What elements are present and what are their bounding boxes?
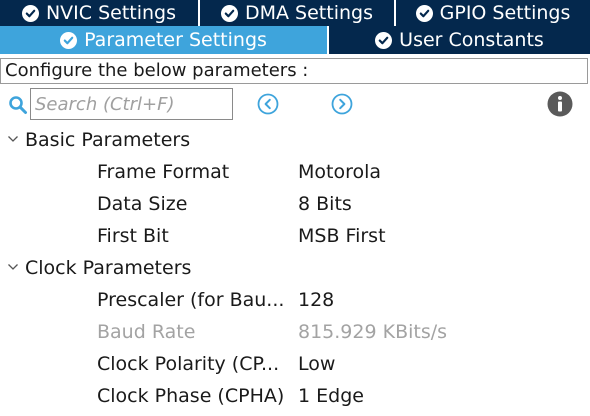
param-name: Baud Rate: [97, 321, 196, 343]
parameter-tree: Basic Parameters Frame Format Motorola D…: [0, 124, 590, 412]
tab-gpio-settings[interactable]: GPIO Settings: [396, 0, 590, 26]
tab-label: GPIO Settings: [439, 2, 571, 24]
chevron-down-icon[interactable]: [7, 134, 19, 144]
group-basic-parameters[interactable]: Basic Parameters: [0, 124, 590, 156]
group-title: Basic Parameters: [25, 129, 191, 151]
tab-label: User Constants: [399, 29, 544, 51]
param-name: Clock Polarity (CP...: [97, 353, 280, 375]
search-toolbar: [0, 86, 590, 124]
tab-bar-bottom: Parameter Settings User Constants: [0, 26, 590, 54]
param-name: First Bit: [97, 225, 169, 247]
configure-description: Configure the below parameters :: [0, 58, 588, 84]
tab-user-constants[interactable]: User Constants: [329, 26, 590, 54]
group-clock-parameters[interactable]: Clock Parameters: [0, 252, 590, 284]
param-row-prescaler[interactable]: Prescaler (for Bau... 128: [0, 284, 590, 316]
param-row-data-size[interactable]: Data Size 8 Bits: [0, 188, 590, 220]
check-circle-icon: [60, 31, 78, 49]
tab-bar-top: NVIC Settings DMA Settings GPIO Settings: [0, 0, 590, 26]
param-name: Clock Phase (CPHA): [97, 385, 285, 407]
param-value[interactable]: 8 Bits: [298, 192, 352, 216]
param-value[interactable]: Motorola: [298, 160, 381, 184]
param-value: 815.929 KBits/s: [298, 321, 448, 343]
tab-label: Parameter Settings: [84, 29, 267, 51]
tab-label: NVIC Settings: [45, 2, 177, 24]
tab-nvic-settings[interactable]: NVIC Settings: [0, 0, 200, 26]
next-match-button[interactable]: [331, 93, 353, 115]
tab-parameter-settings[interactable]: Parameter Settings: [0, 26, 329, 54]
tab-label: DMA Settings: [245, 2, 373, 24]
search-icon[interactable]: [8, 95, 28, 115]
param-value[interactable]: 1 Edge: [298, 384, 364, 408]
param-value[interactable]: 128: [298, 288, 334, 312]
param-row-first-bit[interactable]: First Bit MSB First: [0, 220, 590, 252]
group-title: Clock Parameters: [25, 257, 192, 279]
check-circle-icon: [375, 31, 393, 49]
tab-dma-settings[interactable]: DMA Settings: [200, 0, 396, 26]
param-value[interactable]: MSB First: [298, 224, 386, 248]
param-value[interactable]: Low: [298, 352, 335, 376]
param-row-clock-phase[interactable]: Clock Phase (CPHA) 1 Edge: [0, 380, 590, 412]
check-circle-icon: [415, 4, 433, 22]
param-row-baud-rate: Baud Rate 815.929 KBits/s: [0, 316, 590, 348]
param-name: Data Size: [97, 193, 188, 215]
check-circle-icon: [21, 4, 39, 22]
param-name: Prescaler (for Bau...: [97, 289, 285, 311]
search-input[interactable]: [30, 88, 233, 120]
param-row-frame-format[interactable]: Frame Format Motorola: [0, 156, 590, 188]
info-icon[interactable]: [547, 91, 573, 117]
param-row-clock-polarity[interactable]: Clock Polarity (CP... Low: [0, 348, 590, 380]
previous-match-button[interactable]: [257, 93, 279, 115]
check-circle-icon: [221, 4, 238, 22]
param-name: Frame Format: [97, 161, 230, 183]
chevron-down-icon[interactable]: [7, 262, 19, 272]
